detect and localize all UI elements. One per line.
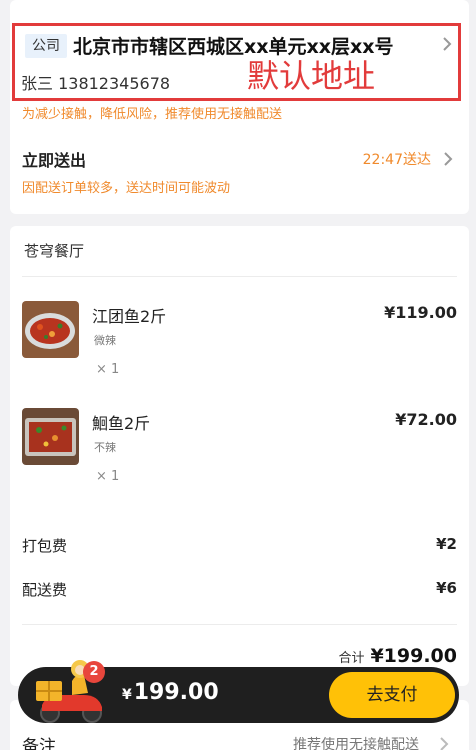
total-label: 合计	[338, 651, 365, 666]
pay-amount-value: 199.00	[133, 680, 219, 705]
address-selector[interactable]: 公司 北京市市辖区西城区xx单元xx层xx号 张三 13812345678 默认…	[12, 23, 461, 101]
item-price: ¥72.00	[395, 410, 457, 429]
chevron-right-icon	[440, 737, 449, 750]
item-name: 鮰鱼2斤	[92, 414, 151, 433]
delivery-title: 立即送出	[22, 151, 87, 170]
delivery-time: 22:47送达	[362, 152, 431, 168]
note-hint: 推荐使用无接触配送	[293, 737, 419, 750]
cart-count-badge: 2	[83, 661, 105, 683]
order-total: 合计 ¥199.00	[338, 645, 457, 667]
contactless-notice: 为减少接触，降低风险，推荐使用无接触配送	[22, 107, 283, 122]
order-item: 江团鱼2斤 微辣 × 1 ¥119.00	[22, 301, 457, 391]
chevron-right-icon	[444, 152, 453, 166]
item-spec: 不辣	[94, 441, 116, 454]
order-item: 鮰鱼2斤 不辣 × 1 ¥72.00	[22, 408, 457, 498]
item-quantity: × 1	[96, 469, 120, 484]
address-contact: 张三 13812345678	[21, 74, 171, 93]
item-price: ¥119.00	[384, 303, 457, 322]
fee-value: ¥6	[436, 579, 457, 597]
fish-dish-thumbnail	[22, 301, 79, 358]
address-card: 公司 北京市市辖区西城区xx单元xx层xx号 张三 13812345678 默认…	[10, 0, 469, 214]
note-title: 备注	[22, 737, 56, 750]
delivery-note: 因配送订单较多，送达时间可能波动	[22, 181, 231, 196]
shop-name: 苍穹餐厅	[24, 242, 85, 260]
divider	[22, 624, 457, 625]
item-quantity: × 1	[96, 362, 120, 377]
fee-label: 配送费	[22, 581, 68, 599]
delivery-fee-row: 配送费 ¥6	[22, 579, 457, 603]
total-value: ¥199.00	[370, 645, 457, 667]
checkout-bar: 2 ¥199.00 去支付	[18, 660, 459, 723]
fee-value: ¥2	[436, 535, 457, 553]
item-name: 江团鱼2斤	[92, 307, 167, 326]
currency-symbol: ¥	[122, 687, 132, 703]
chevron-right-icon	[443, 37, 452, 51]
pay-button[interactable]: 去支付	[329, 672, 455, 718]
order-card: 苍穹餐厅 江团鱼2斤 微辣 × 1 ¥119.00 鮰鱼2斤 不辣 × 1 ¥7…	[10, 226, 469, 686]
packing-fee-row: 打包费 ¥2	[22, 535, 457, 559]
item-spec: 微辣	[94, 334, 116, 347]
fee-label: 打包费	[22, 537, 68, 555]
default-address-label: 默认地址	[247, 57, 376, 95]
address-tag: 公司	[25, 34, 67, 58]
fish-dish-thumbnail	[22, 408, 79, 465]
pay-amount: ¥199.00	[122, 680, 219, 705]
divider	[22, 276, 457, 277]
